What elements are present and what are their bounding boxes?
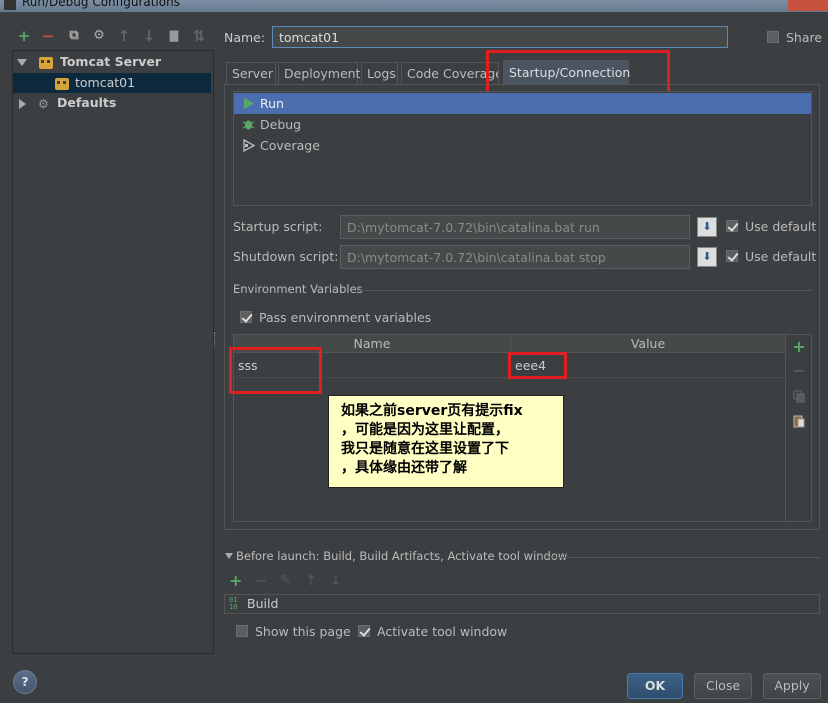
tomcat-icon (38, 56, 53, 69)
browse-icon: ⬇ (702, 250, 712, 263)
pass-env-checkbox[interactable] (240, 311, 252, 323)
startup-use-default-label: Use default (745, 219, 817, 234)
apply-button[interactable]: Apply (763, 673, 821, 699)
before-launch-toggle-icon[interactable] (225, 553, 233, 559)
share-label: Share (786, 30, 823, 45)
name-label: Name: (224, 30, 266, 45)
shutdown-script-label: Shutdown script: (233, 249, 339, 264)
tree-item-defaults[interactable]: ⚙ Defaults (19, 93, 211, 113)
mode-debug[interactable]: Debug (234, 114, 811, 135)
env-separator (356, 290, 812, 291)
highlight-env-value (508, 352, 567, 379)
before-launch-separator (546, 557, 820, 558)
env-section-label: Environment Variables (233, 282, 363, 296)
show-page-label: Show this page (255, 624, 351, 639)
startup-script-input[interactable]: D:\mytomcat-7.0.72\bin\catalina.bat run (340, 215, 690, 239)
remove-task-button[interactable]: − (254, 573, 267, 589)
move-down-button[interactable]: ↓ (141, 28, 157, 44)
config-tree: Tomcat Server tomcat01 ⚙ Defaults (12, 50, 214, 654)
show-page-checkbox[interactable] (236, 625, 248, 637)
build-icon: 01 10 (229, 596, 238, 611)
annotation-line: 如果之前server页有提示fix (341, 403, 523, 419)
window-close-button[interactable] (788, 0, 828, 11)
run-icon (244, 98, 254, 109)
column-header-value[interactable]: Value (511, 335, 785, 353)
annotation-line: 我只是随意在这里设置了下 (341, 441, 509, 457)
annotation-line: ，可能是因为这里让配置， (341, 422, 509, 438)
debug-icon (242, 120, 255, 130)
tab-deployment[interactable]: Deployment (278, 62, 360, 84)
title-bar: Run/Debug Configurations (0, 0, 828, 12)
add-task-button[interactable]: + (229, 573, 242, 589)
activate-tool-checkbox[interactable] (358, 625, 370, 637)
coverage-icon (243, 139, 255, 152)
tree-item-label: tomcat01 (74, 75, 136, 90)
edit-task-icon[interactable]: ✎ (280, 573, 291, 589)
tomcat-icon (55, 77, 69, 90)
browse-icon: ⬇ (702, 220, 712, 233)
move-task-up-icon[interactable]: ↑ (305, 573, 317, 589)
tree-item-tomcat01[interactable]: tomcat01 (13, 73, 211, 93)
shutdown-use-default-checkbox[interactable] (726, 250, 738, 262)
move-up-button[interactable]: ↑ (116, 28, 132, 44)
ok-button[interactable]: OK (627, 673, 683, 699)
startup-browse-button[interactable]: ⬇ (697, 217, 717, 237)
pass-env-label: Pass environment variables (259, 310, 432, 325)
folder-icon[interactable]: ▇ (166, 28, 182, 44)
tree-item-tomcat-server[interactable]: Tomcat Server (17, 52, 211, 72)
mode-list: Run Debug Coverage (233, 91, 812, 206)
startup-script-label: Startup script: (233, 219, 323, 234)
startup-use-default-checkbox[interactable] (726, 220, 738, 232)
list-item[interactable]: 01 10 Build (225, 595, 819, 613)
annotation-line: ，具体缘由还带了解 (341, 460, 467, 476)
expand-arrow-icon[interactable] (17, 59, 27, 66)
collapse-arrow-icon[interactable] (19, 98, 26, 109)
mode-label: Coverage (260, 138, 320, 153)
build-task-label: Build (247, 596, 279, 611)
annotation-note: 如果之前server页有提示fix ，可能是因为这里让配置， 我只是随意在这里设… (328, 395, 564, 488)
highlight-env-name (229, 347, 322, 394)
name-input[interactable]: tomcat01 (272, 26, 728, 48)
mode-run[interactable]: Run (234, 93, 811, 114)
sort-button[interactable]: ⇅ (191, 28, 207, 44)
mode-label: Debug (260, 117, 302, 132)
edit-defaults-button[interactable]: ⚙ (91, 28, 107, 44)
activate-tool-label: Activate tool window (377, 624, 508, 639)
before-launch-list: 01 10 Build (224, 594, 820, 614)
before-launch-label[interactable]: Before launch: Build, Build Artifacts, A… (236, 549, 567, 563)
remove-config-button[interactable]: − (40, 28, 56, 44)
app-icon (4, 0, 16, 10)
shutdown-browse-button[interactable]: ⬇ (697, 247, 717, 267)
help-button[interactable]: ? (13, 670, 37, 694)
tree-item-label: Tomcat Server (59, 54, 162, 69)
close-button[interactable]: Close (694, 673, 752, 699)
mode-coverage[interactable]: Coverage (234, 135, 811, 156)
splitter-handle[interactable] (214, 332, 217, 346)
tab-server[interactable]: Server (226, 62, 276, 84)
shutdown-use-default-label: Use default (745, 249, 817, 264)
share-checkbox[interactable] (767, 31, 779, 43)
copy-config-button[interactable]: ⧉ (66, 28, 82, 44)
env-tools-border (786, 334, 812, 522)
tree-item-label: Defaults (56, 95, 117, 110)
shutdown-script-input[interactable]: D:\mytomcat-7.0.72\bin\catalina.bat stop (340, 245, 690, 269)
tab-code-coverage[interactable]: Code Coverage (401, 62, 499, 84)
add-config-button[interactable]: + (16, 28, 32, 44)
tab-logs[interactable]: Logs (361, 62, 398, 84)
mode-label: Run (260, 96, 284, 111)
move-task-down-icon[interactable]: ↓ (330, 573, 342, 589)
wrench-icon: ⚙ (37, 96, 49, 111)
window-title: Run/Debug Configurations (22, 0, 180, 9)
